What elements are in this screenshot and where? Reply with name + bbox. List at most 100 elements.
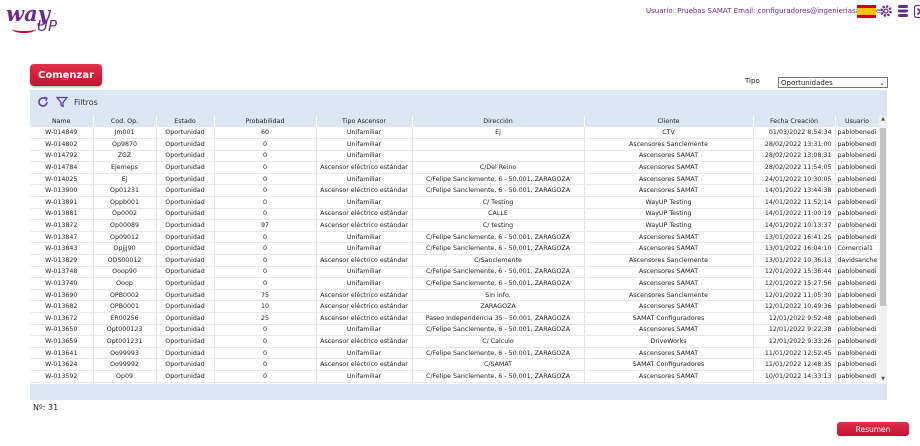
table-cell: Ej bbox=[412, 127, 585, 140]
table-row[interactable]: W-013740 Ooop Oportunidad 0 Unifamiliar C/Fel… bbox=[30, 277, 879, 290]
table-cell: W-014792 bbox=[30, 150, 94, 163]
table-cell: C/Felipe Sanclemente, 6 - 50.001, ZARAGO… bbox=[412, 242, 585, 256]
filters-label[interactable]: Filtros bbox=[74, 98, 98, 107]
table-cell: pablobenedi bbox=[835, 358, 879, 371]
table-row[interactable]: W-013672 ER00256 Oportunidad 25 Ascensor elé… bbox=[30, 312, 879, 325]
settings-icon[interactable] bbox=[879, 4, 893, 18]
scroll-up-icon[interactable]: ▲ bbox=[879, 116, 887, 124]
table-cell: 0 bbox=[214, 231, 317, 244]
table-cell: W-013592 bbox=[30, 370, 94, 383]
table-cell: DriveWorks bbox=[584, 335, 754, 348]
table-cell: pablobenedi bbox=[835, 300, 879, 313]
column-header[interactable]: Tipo Ascensor bbox=[316, 116, 413, 127]
table-row[interactable]: W-013829 ODS00012 Oportunidad 0 Ascensor elé… bbox=[30, 254, 879, 267]
column-header[interactable]: Name bbox=[30, 116, 94, 127]
table-row[interactable]: W-014025 Ej Oportunidad 0 Unifamiliar C/Felip… bbox=[30, 173, 879, 186]
table-cell: ZARAGOZA bbox=[412, 300, 585, 313]
table-cell: 01/03/2022 8:54:34 bbox=[753, 127, 836, 140]
filter-icon[interactable] bbox=[55, 96, 68, 109]
table-row[interactable]: W-014849 Jm001 Oportunidad 60 Unifamiliar Ej C… bbox=[30, 127, 879, 140]
table-cell: 0 bbox=[214, 150, 317, 163]
table-cell: Ascensor eléctrico estándar bbox=[316, 300, 413, 313]
table-row[interactable]: W-013881 Op0002 Oportunidad 0 Ascensor eléct… bbox=[30, 208, 879, 221]
table-cell: Oportunidad bbox=[156, 358, 215, 371]
table-row[interactable]: W-013650 Opt000123 Oportunidad 0 Unifamiliar… bbox=[30, 324, 879, 337]
spain-flag-icon[interactable] bbox=[857, 4, 876, 18]
table-cell: 14/01/2022 11:52:14 bbox=[753, 196, 836, 209]
table-cell: 10 bbox=[214, 300, 317, 313]
table-cell: pablobenedi bbox=[835, 335, 879, 348]
column-header[interactable]: Usuario bbox=[835, 116, 879, 127]
table-cell: C/Del Reino bbox=[412, 161, 585, 174]
table-row[interactable]: W-013624 Oo99992 Oportunidad 0 Ascensor eléc… bbox=[30, 358, 879, 371]
table-cell: 28/02/2022 13:31:00 bbox=[753, 138, 836, 151]
table-cell: Oportunidad bbox=[156, 219, 215, 232]
table-cell: C/Felipe Sanclemente, 6 - 50.001, ZARAGO… bbox=[412, 370, 585, 383]
table-cell: 0 bbox=[214, 254, 317, 267]
table-cell: OPB0002 bbox=[93, 289, 157, 302]
table-row[interactable]: W-014784 Ejemeps Oportunidad 0 Ascensor eléc… bbox=[30, 161, 879, 174]
column-header[interactable]: Probabilidad bbox=[214, 116, 317, 127]
tipo-select[interactable]: Oportunidades ⌄ bbox=[778, 77, 888, 88]
table-scrollbar[interactable]: ▲ ▼ bbox=[879, 116, 887, 384]
table-cell: 13/01/2022 10:36:13 bbox=[753, 254, 836, 267]
scroll-thumb[interactable] bbox=[880, 128, 886, 306]
table-cell: Oo99993 bbox=[93, 347, 157, 360]
table-row[interactable]: W-013641 Oo99993 Oportunidad 0 Unifamiliar C/… bbox=[30, 347, 879, 360]
opportunities-table: Name Cod. Op. Estado Probabilidad Tipo Ascen… bbox=[30, 116, 879, 384]
table-cell: OPB0001 bbox=[93, 300, 157, 313]
table-cell: pablobenedi bbox=[835, 173, 879, 186]
table-cell: Ascensor eléctrico estándar bbox=[316, 161, 413, 174]
table-cell: Ascensor eléctrico estándar bbox=[316, 358, 413, 371]
table-row[interactable]: W-013748 Ooop90 Oportunidad 0 Unifamiliar C/F… bbox=[30, 266, 879, 279]
table-cell: Oportunidad bbox=[156, 208, 215, 221]
table-row[interactable]: W-013659 Opt001231 Oportunidad 0 Ascensor el… bbox=[30, 335, 879, 348]
table-cell bbox=[412, 150, 585, 163]
table-cell: Oportunidad bbox=[156, 324, 215, 337]
table-cell: C/Felipe Sanclemente, 6 - 50.001, ZARAGO… bbox=[412, 324, 585, 337]
scroll-down-icon[interactable]: ▼ bbox=[879, 376, 887, 384]
column-header[interactable]: Cod. Op. bbox=[93, 116, 157, 127]
column-header[interactable]: Dirección bbox=[412, 116, 585, 127]
table-cell: Unifamiliar bbox=[316, 150, 413, 163]
table-cell: Oportunidad bbox=[156, 127, 215, 140]
table-cell: WayUP Testing bbox=[584, 208, 754, 221]
table-row[interactable]: W-013900 Op01231 Oportunidad 0 Ascensor eléc… bbox=[30, 184, 879, 198]
close-icon[interactable] bbox=[913, 4, 920, 18]
table-cell: 0 bbox=[214, 335, 317, 348]
table-cell: Ascensores SAMAT bbox=[584, 370, 754, 383]
table-row[interactable]: W-013872 Op00089 Oportunidad 97 Ascensor elé… bbox=[30, 219, 879, 232]
table-cell: Ascensores Sanclemente bbox=[584, 138, 754, 151]
table-row[interactable]: W-014802 Op9870 Oportunidad 0 Unifamiliar Asc… bbox=[30, 138, 879, 151]
table-cell: Ejemeps bbox=[93, 161, 157, 174]
table-row[interactable]: W-013847 Op09012 Oportunidad 0 Unifamiliar C/… bbox=[30, 231, 879, 244]
table-cell: ER00256 bbox=[93, 312, 157, 325]
table-cell: WayUP Testing bbox=[584, 196, 754, 209]
resumen-button[interactable]: Resumen bbox=[837, 422, 909, 436]
table-cell: C/Felipe Sanclemente, 6 - 50.001, ZARAGO… bbox=[412, 277, 585, 290]
table-row[interactable]: W-013843 Opjjj90 Oportunidad 0 Unifamiliar C/… bbox=[30, 242, 879, 256]
table-cell: Oportunidad bbox=[156, 173, 215, 186]
table-row[interactable]: W-013592 Op09 Oportunidad 0 Unifamiliar C/Fel… bbox=[30, 370, 879, 383]
refresh-icon[interactable] bbox=[36, 96, 49, 109]
table-cell: W-013891 bbox=[30, 196, 94, 209]
table-cell: pablobenedi bbox=[835, 324, 879, 337]
database-icon[interactable] bbox=[896, 4, 910, 18]
table-row[interactable]: W-013682 OPB0001 Oportunidad 10 Ascensor elé… bbox=[30, 300, 879, 313]
table-cell: 28/02/2022 11:54:05 bbox=[753, 161, 836, 174]
table-cell: pablobenedi bbox=[835, 208, 879, 221]
column-header[interactable]: Cliente bbox=[584, 116, 754, 127]
table-cell: ODS00012 bbox=[93, 254, 157, 267]
table-cell: Oportunidad bbox=[156, 370, 215, 383]
table-cell: Oportunidad bbox=[156, 231, 215, 244]
table-row[interactable]: W-014792 ZGZ Oportunidad 0 Unifamiliar Ascens… bbox=[30, 150, 879, 163]
column-header[interactable]: Estado bbox=[156, 116, 215, 127]
table-row[interactable]: W-013690 OPB0002 Oportunidad 75 Ascensor elé… bbox=[30, 289, 879, 302]
filter-bar: Filtros bbox=[30, 90, 887, 114]
chevron-down-icon: ⌄ bbox=[879, 78, 885, 87]
table-cell: pablobenedi bbox=[835, 266, 879, 279]
table-row[interactable]: W-013891 Oppb001 Oportunidad 0 Unifamiliar C/… bbox=[30, 196, 879, 209]
table-cell: 97 bbox=[214, 219, 317, 232]
column-header[interactable]: Fecha Creación bbox=[753, 116, 836, 127]
table-cell: 13/01/2022 16:04:10 bbox=[753, 242, 836, 256]
